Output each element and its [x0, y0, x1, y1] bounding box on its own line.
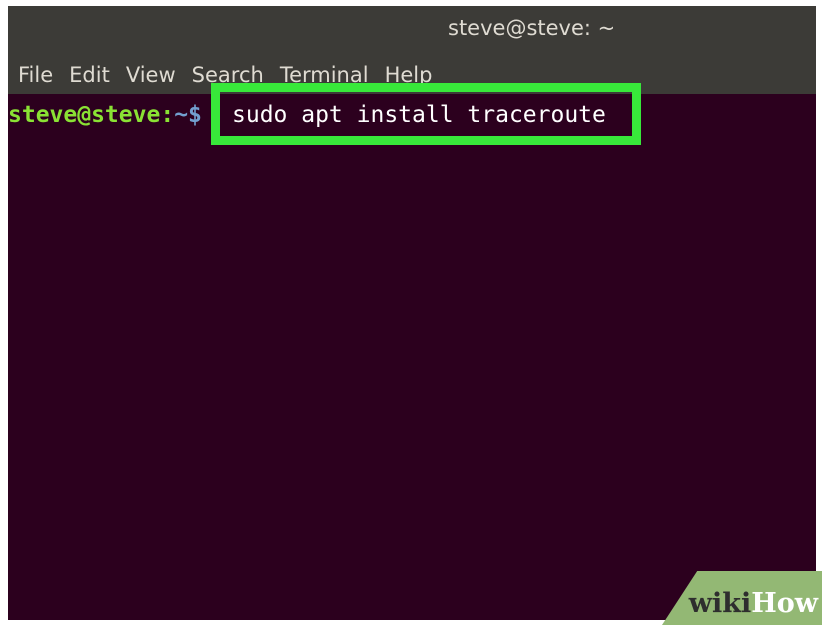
menu-view[interactable]: View: [126, 63, 176, 87]
wikihow-logo-how: How: [751, 588, 818, 619]
menu-file[interactable]: File: [18, 63, 53, 87]
title-bar: steve@steve: ~: [8, 6, 816, 56]
wikihow-logo-text: wikiHow: [689, 588, 818, 619]
prompt-symbol: $: [188, 102, 202, 128]
wikihow-logo-wiki: wiki: [688, 588, 752, 619]
prompt-line: steve@steve:~$: [8, 100, 202, 130]
screenshot-frame: steve@steve: ~ File Edit View Search Ter…: [0, 0, 822, 625]
prompt-user-host: steve@steve: [8, 102, 161, 128]
terminal-command: sudo apt install traceroute: [232, 100, 610, 130]
terminal-area[interactable]: steve@steve:~$: [8, 94, 816, 620]
menu-edit[interactable]: Edit: [69, 63, 110, 87]
terminal-window: steve@steve: ~ File Edit View Search Ter…: [8, 6, 816, 620]
prompt-separator: :: [160, 102, 175, 128]
window-title: steve@steve: ~: [448, 16, 616, 40]
prompt-path: ~: [174, 102, 189, 128]
